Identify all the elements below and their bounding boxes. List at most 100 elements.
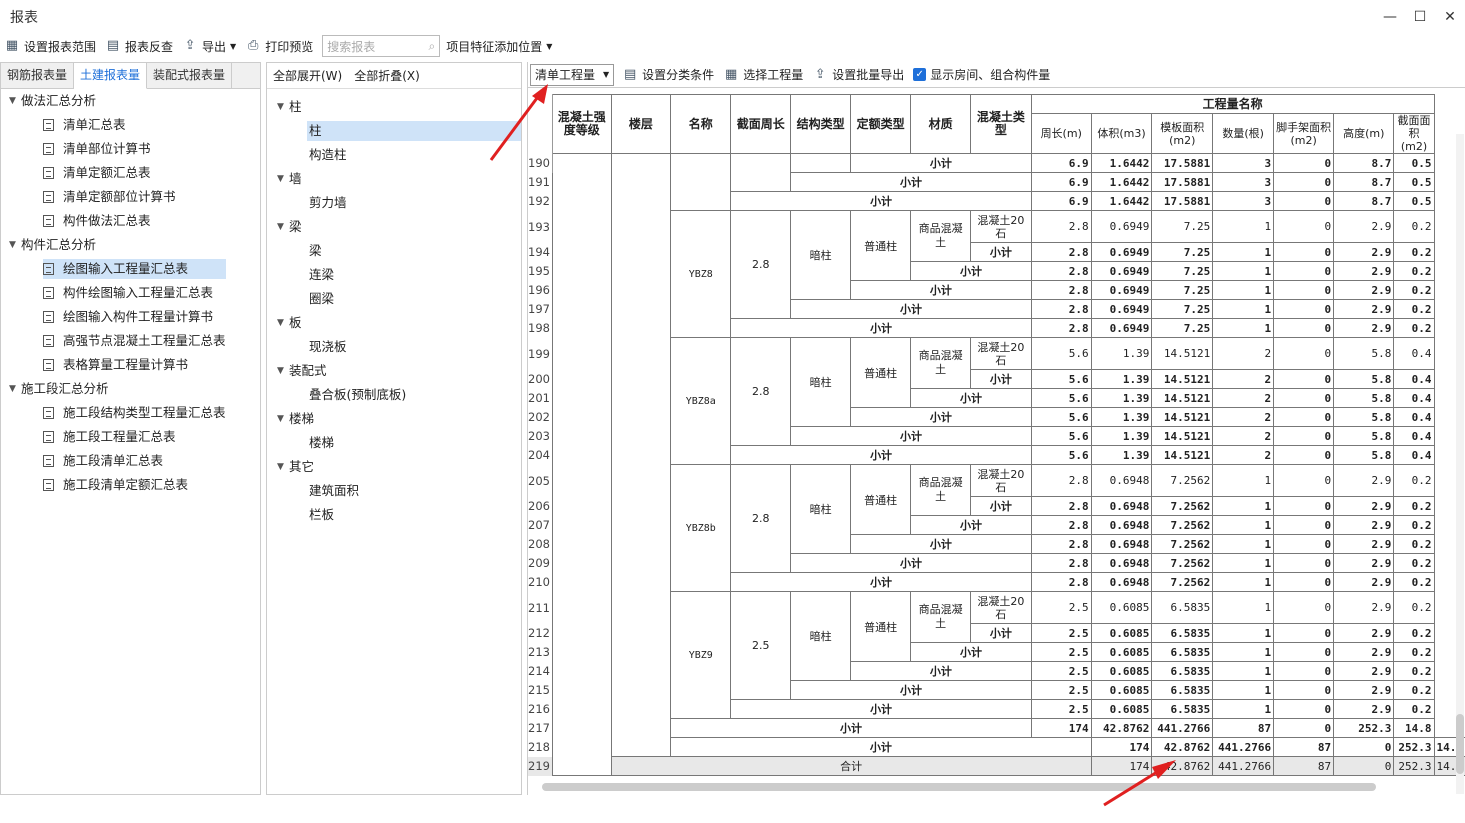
tree-group[interactable]: ▼ 构件汇总分析 xyxy=(9,235,96,255)
export-button[interactable]: ⇪ 导出 ▼ xyxy=(182,38,237,55)
component-item[interactable]: 构造柱 xyxy=(307,145,347,165)
column-header[interactable]: 结构类型 xyxy=(790,94,852,154)
search-input[interactable]: 搜索报表 ⌕ xyxy=(322,35,441,57)
expand-all-button[interactable]: 全部展开(W) xyxy=(273,67,342,84)
row-number: 202 xyxy=(528,407,553,427)
column-header[interactable]: 数量(根) xyxy=(1212,113,1275,154)
component-group[interactable]: ▼ 楼梯 xyxy=(277,409,314,429)
component-item[interactable]: 楼梯 xyxy=(307,433,334,453)
maximize-icon[interactable]: ☐ xyxy=(1405,0,1435,34)
value-cell: 0.2 xyxy=(1393,661,1435,681)
checkmark-icon: ✓ xyxy=(913,68,927,81)
print-preview-button[interactable]: ⎙ 打印预览 xyxy=(245,38,313,55)
chevron-down-icon: ▼ xyxy=(9,96,16,106)
component-group[interactable]: ▼ 墙 xyxy=(277,169,302,189)
tree-item[interactable]: 绘图输入工程量汇总表 xyxy=(43,259,226,279)
component-item[interactable]: 柱 xyxy=(307,121,521,141)
component-group[interactable]: ▼ 板 xyxy=(277,313,302,333)
classify-button[interactable]: ▤ 设置分类条件 xyxy=(622,66,714,83)
value-cell: 6.5835 xyxy=(1151,642,1214,662)
column-header[interactable]: 混凝土强度等级 xyxy=(551,94,612,154)
value-cell: 7.2562 xyxy=(1151,553,1214,573)
column-header[interactable]: 周长(m) xyxy=(1030,113,1092,154)
subtotal-label: 小计 xyxy=(910,388,1032,408)
column-header[interactable]: 材质 xyxy=(910,94,971,154)
tree-item[interactable]: 清单部位计算书 xyxy=(43,139,151,159)
component-item[interactable]: 叠合板(预制底板) xyxy=(307,385,406,405)
component-group[interactable]: ▼ 装配式 xyxy=(277,361,327,381)
tree-item[interactable]: 清单汇总表 xyxy=(43,115,126,135)
tree-item[interactable]: 构件绘图输入工程量汇总表 xyxy=(43,283,213,303)
tree-item[interactable]: 表格算量工程量计算书 xyxy=(43,355,188,375)
component-group[interactable]: ▼ 柱 xyxy=(277,97,302,117)
chevron-down-icon: ▼ xyxy=(277,318,284,328)
component-item[interactable]: 建筑面积 xyxy=(307,481,359,501)
chevron-down-icon: ▼ xyxy=(230,41,237,51)
reverse-lookup-button[interactable]: ▤ 报表反查 xyxy=(105,38,173,55)
set-range-button[interactable]: ▦ 设置报表范围 xyxy=(4,38,96,55)
value-cell: 0 xyxy=(1333,737,1395,757)
close-icon[interactable]: ✕ xyxy=(1435,0,1465,34)
tree-item[interactable]: 施工段清单汇总表 xyxy=(43,451,163,471)
tree-item[interactable]: 施工段工程量汇总表 xyxy=(43,427,176,447)
horizontal-scrollbar[interactable] xyxy=(542,783,1376,791)
tree-item[interactable]: 清单定额汇总表 xyxy=(43,163,151,183)
minimize-icon[interactable]: — xyxy=(1375,0,1405,34)
search-icon: ⌕ xyxy=(428,38,436,53)
value-cell: 14.8 xyxy=(1393,718,1435,738)
row-number: 217 xyxy=(528,718,553,738)
value-cell: 3 xyxy=(1212,191,1275,211)
vertical-scroll-thumb[interactable] xyxy=(1456,714,1464,774)
tree-group[interactable]: ▼ 做法汇总分析 xyxy=(9,91,96,111)
feature-position-dropdown[interactable]: 项目特征添加位置 ▼ xyxy=(446,38,552,55)
value-cell: 6.9 xyxy=(1030,191,1092,211)
tree-group[interactable]: ▼ 施工段汇总分析 xyxy=(9,379,109,399)
column-header[interactable]: 定额类型 xyxy=(850,94,912,154)
tab-civil-report[interactable]: 土建报表量 xyxy=(74,63,148,89)
value-cell: 2.8 xyxy=(1030,464,1092,497)
tree-item[interactable]: 施工段清单定额汇总表 xyxy=(43,475,188,495)
component-item[interactable]: 连梁 xyxy=(307,265,334,285)
column-header[interactable]: 混凝土类型 xyxy=(969,94,1032,154)
tree-item[interactable]: 施工段结构类型工程量汇总表 xyxy=(43,403,226,423)
value-cell: 0.2 xyxy=(1393,299,1435,319)
tree-item[interactable]: 高强节点混凝土工程量汇总表 xyxy=(43,331,226,351)
value-cell: 441.2766 xyxy=(1212,737,1275,757)
component-group[interactable]: ▼ 梁 xyxy=(277,217,302,237)
document-icon xyxy=(43,263,54,275)
column-header[interactable]: 截面周长 xyxy=(730,94,792,154)
select-quantity-button[interactable]: ▦ 选择工程量 xyxy=(723,66,803,83)
vertical-scrollbar[interactable] xyxy=(1456,134,1464,794)
component-item[interactable]: 剪力墙 xyxy=(307,193,347,213)
component-item[interactable]: 栏板 xyxy=(307,505,334,525)
value-cell: 2.8 xyxy=(1030,572,1092,592)
batch-export-button[interactable]: ⇪ 设置批量导出 xyxy=(812,66,904,83)
value-cell: 1.39 xyxy=(1090,407,1153,427)
value-cell: 2.8 xyxy=(1030,553,1092,573)
column-header[interactable]: 模板面积(m2) xyxy=(1151,113,1214,154)
row-number: 198 xyxy=(528,318,553,338)
tab-rebar-report[interactable]: 钢筋报表量 xyxy=(1,63,75,89)
tree-item[interactable]: 绘图输入构件工程量计算书 xyxy=(43,307,213,327)
tab-prefab-report[interactable]: 装配式报表量 xyxy=(147,63,233,89)
column-header[interactable]: 截面面积(m2) xyxy=(1393,113,1435,154)
component-item[interactable]: 圈梁 xyxy=(307,289,334,309)
column-header[interactable]: 名称 xyxy=(670,94,732,154)
column-header[interactable]: 体积(m3) xyxy=(1090,113,1153,154)
column-header[interactable]: 高度(m) xyxy=(1333,113,1395,154)
value-cell: 2 xyxy=(1212,369,1275,389)
component-group[interactable]: ▼ 其它 xyxy=(277,457,314,477)
show-rooms-checkbox[interactable]: ✓ 显示房间、组合构件量 xyxy=(913,66,1050,83)
tree-item[interactable]: 清单定额部位计算书 xyxy=(43,187,176,207)
value-cell: 6.5835 xyxy=(1151,591,1214,624)
collapse-all-button[interactable]: 全部折叠(X) xyxy=(354,67,420,84)
value-cell: 2.8 xyxy=(1030,534,1092,554)
chevron-down-icon: ▼ xyxy=(546,41,553,51)
column-header[interactable]: 脚手架面积(m2) xyxy=(1273,113,1335,154)
value-cell: 14.5121 xyxy=(1151,426,1214,446)
component-item[interactable]: 现浇板 xyxy=(307,337,347,357)
quantity-type-dropdown[interactable]: 清单工程量 ▼ xyxy=(530,63,615,86)
column-header[interactable]: 楼层 xyxy=(610,94,672,154)
tree-item[interactable]: 构件做法汇总表 xyxy=(43,211,151,231)
component-item[interactable]: 梁 xyxy=(307,241,322,261)
